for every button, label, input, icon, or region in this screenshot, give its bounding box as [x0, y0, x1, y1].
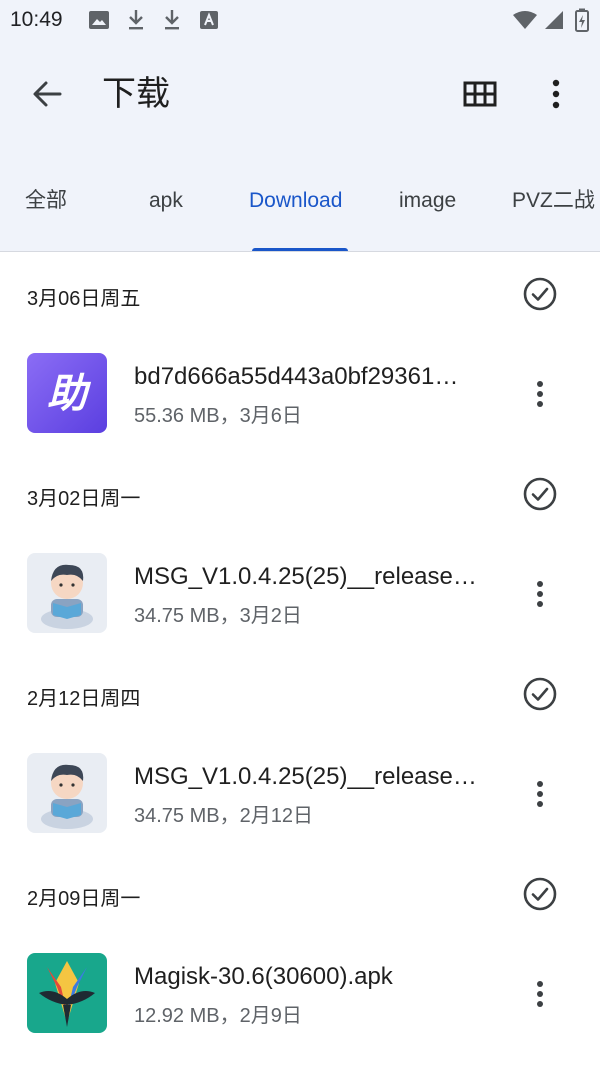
date-header: 2月09日周一	[27, 888, 141, 910]
date-header: 3月06日周五	[27, 288, 141, 310]
wifi-icon	[513, 11, 537, 29]
reading-boy-icon[interactable]	[27, 753, 107, 833]
file-name[interactable]: bd7d666a55d443a0bf29361…	[134, 363, 494, 391]
assistant-app-icon[interactable]: 助	[27, 353, 107, 433]
date-header: 3月02日周一	[27, 488, 141, 510]
file-name[interactable]: Magisk-30.6(30600).apk	[134, 963, 494, 991]
select-all-check-icon[interactable]	[520, 474, 560, 514]
tab-all[interactable]: 全部	[25, 176, 67, 226]
select-all-check-icon[interactable]	[520, 874, 560, 914]
date-group: 3月06日周五 助 bd7d666a55d443a0bf29361… 55.36…	[0, 252, 600, 452]
date-group: 2月09日周一 Magisk-30.6(30600).apk 12.92 MB，…	[0, 852, 600, 1052]
tab-apk[interactable]: apk	[149, 176, 183, 226]
status-bar: 10:49	[0, 0, 600, 40]
magisk-icon[interactable]	[27, 953, 107, 1033]
file-name[interactable]: MSG_V1.0.4.25(25)__release…	[134, 763, 494, 791]
select-all-check-icon[interactable]	[520, 674, 560, 714]
more-vert-icon[interactable]	[520, 372, 560, 416]
more-vert-icon[interactable]	[534, 72, 578, 116]
date-header: 2月12日周四	[27, 688, 141, 710]
reading-boy-icon[interactable]	[27, 553, 107, 633]
grid-view-icon[interactable]	[458, 72, 502, 116]
select-all-check-icon[interactable]	[520, 274, 560, 314]
file-meta: 34.75 MB，2月12日	[134, 805, 313, 827]
font-icon	[200, 11, 218, 29]
page-title: 下载	[102, 75, 170, 113]
tab-pvz[interactable]: PVZ二战	[512, 176, 595, 226]
tab-bar: 全部 apk Download image PVZ二战	[0, 176, 600, 252]
download-icon	[129, 10, 143, 30]
file-meta: 12.92 MB，2月9日	[134, 1005, 302, 1027]
app-header: 10:49 下载 全部 apk Download image PVZ二战	[0, 0, 600, 252]
download-icon	[165, 10, 179, 30]
tab-download[interactable]: Download	[249, 176, 342, 226]
thumb-text: 助	[47, 371, 92, 417]
date-group: 3月02日周一 MSG_V1.0.4.25(25)__release… 34.7…	[0, 452, 600, 652]
date-group: 2月12日周四 MSG_V1.0.4.25(25)__release… 34.7…	[0, 652, 600, 852]
download-list: 3月06日周五 助 bd7d666a55d443a0bf29361… 55.36…	[0, 252, 600, 1052]
more-vert-icon[interactable]	[520, 772, 560, 816]
file-meta: 34.75 MB，3月2日	[134, 605, 302, 627]
more-vert-icon[interactable]	[520, 972, 560, 1016]
tab-image[interactable]: image	[399, 176, 456, 226]
battery-icon	[575, 8, 589, 32]
more-vert-icon[interactable]	[520, 572, 560, 616]
image-icon	[89, 11, 109, 29]
file-meta: 55.36 MB，3月6日	[134, 405, 302, 427]
status-time: 10:49	[10, 8, 63, 31]
arrow-left-icon[interactable]	[26, 72, 70, 116]
file-name[interactable]: MSG_V1.0.4.25(25)__release…	[134, 563, 494, 591]
signal-icon	[545, 11, 563, 29]
